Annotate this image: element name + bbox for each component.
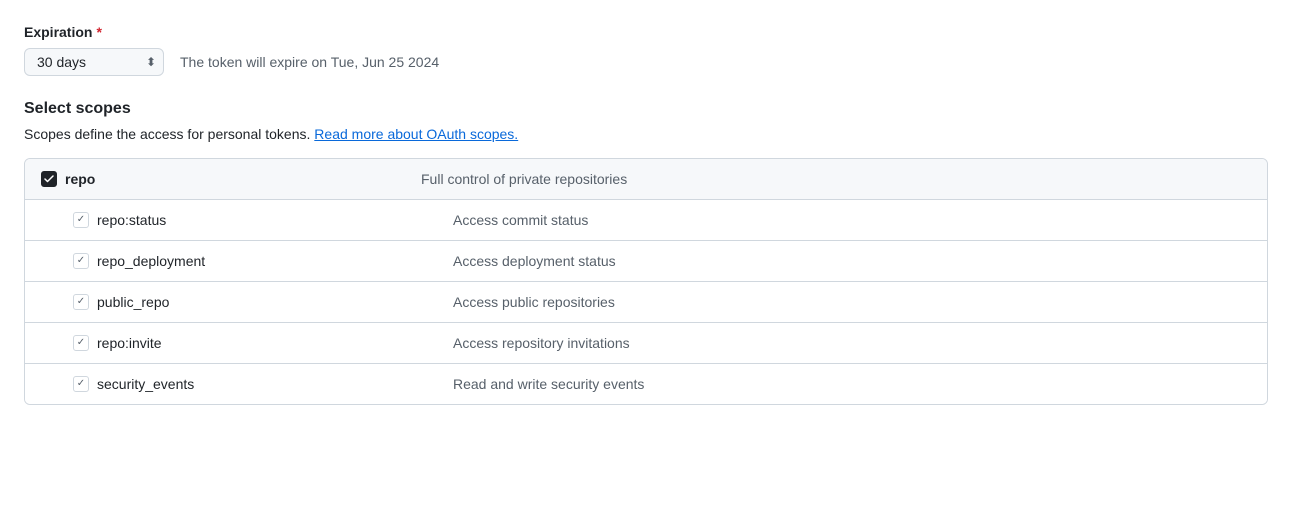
scopes-table: repo Full control of private repositorie… <box>24 158 1268 405</box>
scope-description-repo-status: Access commit status <box>453 212 1251 228</box>
scope-row-repo-status: repo:status Access commit status <box>25 200 1267 241</box>
scope-checkbox-area-public-repo: public_repo <box>73 294 453 310</box>
scope-checkbox-repo-status[interactable] <box>73 212 89 228</box>
expiration-label: Expiration * <box>24 24 1268 40</box>
scope-description-public-repo: Access public repositories <box>453 294 1251 310</box>
scope-row-security-events: security_events Read and write security … <box>25 364 1267 404</box>
scope-name-repo-deployment: repo_deployment <box>97 253 205 269</box>
expiration-hint: The token will expire on Tue, Jun 25 202… <box>180 54 439 70</box>
scope-row-repo: repo Full control of private repositorie… <box>25 159 1267 200</box>
scopes-description: Scopes define the access for personal to… <box>24 126 1268 142</box>
oauth-scopes-link[interactable]: Read more about OAuth scopes. <box>314 126 518 142</box>
scope-checkbox-repo-invite[interactable] <box>73 335 89 351</box>
expiration-section: Expiration * 7 days 30 days 60 days 90 d… <box>24 24 1268 76</box>
scope-checkbox-area-security-events: security_events <box>73 376 453 392</box>
scope-description-repo-deployment: Access deployment status <box>453 253 1251 269</box>
scope-description-repo: Full control of private repositories <box>421 171 1251 187</box>
scope-row-repo-invite: repo:invite Access repository invitation… <box>25 323 1267 364</box>
scope-checkbox-repo-deployment[interactable] <box>73 253 89 269</box>
scope-name-security-events: security_events <box>97 376 194 392</box>
scope-name-repo-invite: repo:invite <box>97 335 162 351</box>
scope-row-repo-deployment: repo_deployment Access deployment status <box>25 241 1267 282</box>
scope-description-security-events: Read and write security events <box>453 376 1251 392</box>
expiration-label-text: Expiration <box>24 24 92 40</box>
scope-checkbox-area-repo: repo <box>41 171 421 187</box>
scope-checkbox-repo[interactable] <box>41 171 57 187</box>
scope-name-public-repo: public_repo <box>97 294 169 310</box>
scope-description-repo-invite: Access repository invitations <box>453 335 1251 351</box>
required-star: * <box>96 24 101 40</box>
scope-checkbox-area-repo-invite: repo:invite <box>73 335 453 351</box>
scope-checkbox-security-events[interactable] <box>73 376 89 392</box>
scope-checkbox-area-repo-status: repo:status <box>73 212 453 228</box>
scope-row-public-repo: public_repo Access public repositories <box>25 282 1267 323</box>
scopes-description-text: Scopes define the access for personal to… <box>24 126 310 142</box>
expiration-select-wrapper: 7 days 30 days 60 days 90 days Custom No… <box>24 48 164 76</box>
expiration-select[interactable]: 7 days 30 days 60 days 90 days Custom No… <box>24 48 164 76</box>
scope-checkbox-public-repo[interactable] <box>73 294 89 310</box>
scope-name-repo-status: repo:status <box>97 212 166 228</box>
expiration-row: 7 days 30 days 60 days 90 days Custom No… <box>24 48 1268 76</box>
scopes-section: Select scopes Scopes define the access f… <box>24 100 1268 405</box>
scope-name-repo: repo <box>65 171 95 187</box>
scope-checkbox-area-repo-deployment: repo_deployment <box>73 253 453 269</box>
scopes-title: Select scopes <box>24 100 1268 118</box>
